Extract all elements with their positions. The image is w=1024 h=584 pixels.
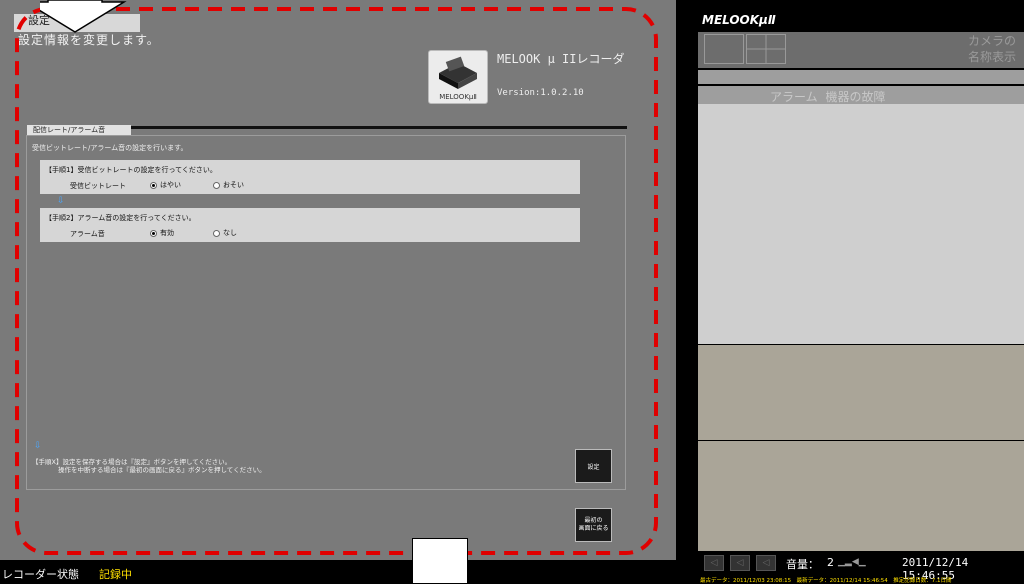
camera-name-line2: 名称表示 [968,50,1017,64]
recorder-status-label: レコーダー状態 [2,568,79,581]
recorder-status-value: 記録中 [99,568,132,581]
alarm-tabs: アラーム 機器の故障 [770,88,885,105]
playback-icon[interactable]: ◁ [756,555,776,571]
tab-alarm[interactable]: アラーム [770,90,818,104]
info-strip [698,70,1024,84]
camera-view-1[interactable] [698,345,1024,440]
up-arrow-pointer-icon [412,538,468,584]
single-view-button[interactable] [704,34,744,64]
playback-icon[interactable]: ◁ [730,555,750,571]
data-range-info: 最古データ：2011/12/03 23:08:15 最新データ：2011/12/… [700,578,952,584]
volume-icon[interactable]: ▁▂◀▁ [838,557,866,567]
tab-fault[interactable]: 機器の故障 [825,90,885,104]
brand-logo: MELOOKμⅡ [702,13,776,27]
alarm-list-area [698,104,1024,344]
camera-name-toggle[interactable]: カメラの 名称表示 [968,33,1016,65]
down-arrow-pointer-icon [40,0,127,33]
volume-value: 2 [827,556,834,569]
highlight-dashed-outline [15,7,658,555]
volume-label: 音量： [786,558,819,571]
quad-grid-icon [747,35,785,63]
playback-icon[interactable]: ◁ [704,555,724,571]
camera-name-line1: カメラの [968,34,1017,48]
camera-view-2[interactable] [698,441,1024,551]
quad-view-button[interactable] [746,34,786,64]
